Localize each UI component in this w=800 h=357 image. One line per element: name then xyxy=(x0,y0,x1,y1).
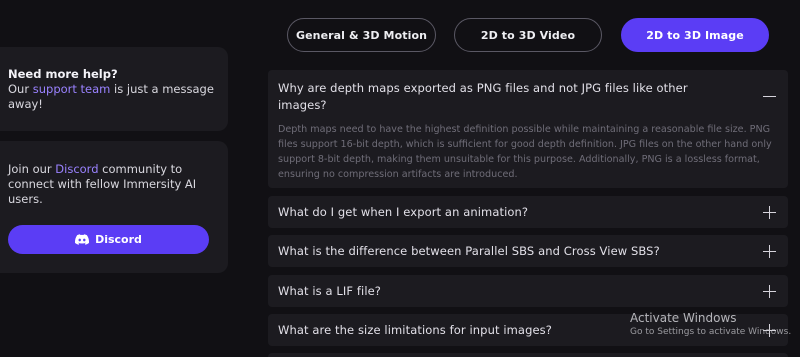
discord-link[interactable]: Discord xyxy=(55,162,98,176)
faq-question-line-2: images? xyxy=(278,98,327,112)
faq-answer-line: ensuring no compression artifacts are in… xyxy=(278,169,518,180)
tab-2d-to-3d-video[interactable]: 2D to 3D Video xyxy=(454,18,602,52)
discord-card-text: Join our Discord community to connect wi… xyxy=(8,162,218,207)
faq-answer-line: support 8-bit depth, making them unsuita… xyxy=(278,154,760,165)
faq-question-2: What is the difference between Parallel … xyxy=(278,244,660,258)
faq-question-3: What is a LIF file? xyxy=(278,284,382,298)
faq-item-expanded: Why are depth maps exported as PNG files… xyxy=(268,70,788,188)
watermark-subtitle: Go to Settings to activate Windows. xyxy=(630,327,792,337)
help-card-title: Need more help? xyxy=(8,67,118,81)
discord-icon xyxy=(75,234,90,245)
expand-icon[interactable] xyxy=(763,206,776,219)
faq-answer-line: Depth maps need to have the highest defi… xyxy=(278,124,771,135)
tab-general-3d-motion[interactable]: General & 3D Motion xyxy=(287,18,436,52)
expand-icon[interactable] xyxy=(763,285,776,298)
tab-2d-to-3d-image[interactable]: 2D to 3D Image xyxy=(621,18,769,52)
faq-question-0[interactable]: Why are depth maps exported as PNG files… xyxy=(278,80,688,114)
help-card-text: Need more help? Our support team is just… xyxy=(8,67,218,112)
watermark-title: Activate Windows xyxy=(630,311,737,325)
help-card-body: Our support team is just a message away! xyxy=(8,82,218,112)
discord-button-label: Discord xyxy=(95,233,142,246)
discord-button[interactable]: Discord xyxy=(8,225,209,254)
activate-windows-watermark: Activate Windows Go to Settings to activ… xyxy=(630,310,791,339)
support-team-link[interactable]: support team xyxy=(33,82,111,96)
faq-answer-line: files support 16-bit depth, which is suf… xyxy=(278,139,772,150)
faq-question-4: What are the size limitations for input … xyxy=(278,323,552,337)
collapse-icon[interactable] xyxy=(763,90,776,103)
help-text-before: Our xyxy=(8,82,33,96)
faq-question-1: What do I get when I export an animation… xyxy=(278,205,529,219)
faq-item-partial[interactable] xyxy=(268,353,788,357)
faq-answer-0: Depth maps need to have the highest defi… xyxy=(278,122,778,182)
faq-item[interactable]: What is a LIF file? xyxy=(268,275,788,307)
faq-question-line-1: Why are depth maps exported as PNG files… xyxy=(278,81,688,95)
discord-text-before: Join our xyxy=(8,162,56,176)
faq-item[interactable]: What do I get when I export an animation… xyxy=(268,196,788,228)
expand-icon[interactable] xyxy=(763,245,776,258)
faq-item[interactable]: What is the difference between Parallel … xyxy=(268,235,788,267)
